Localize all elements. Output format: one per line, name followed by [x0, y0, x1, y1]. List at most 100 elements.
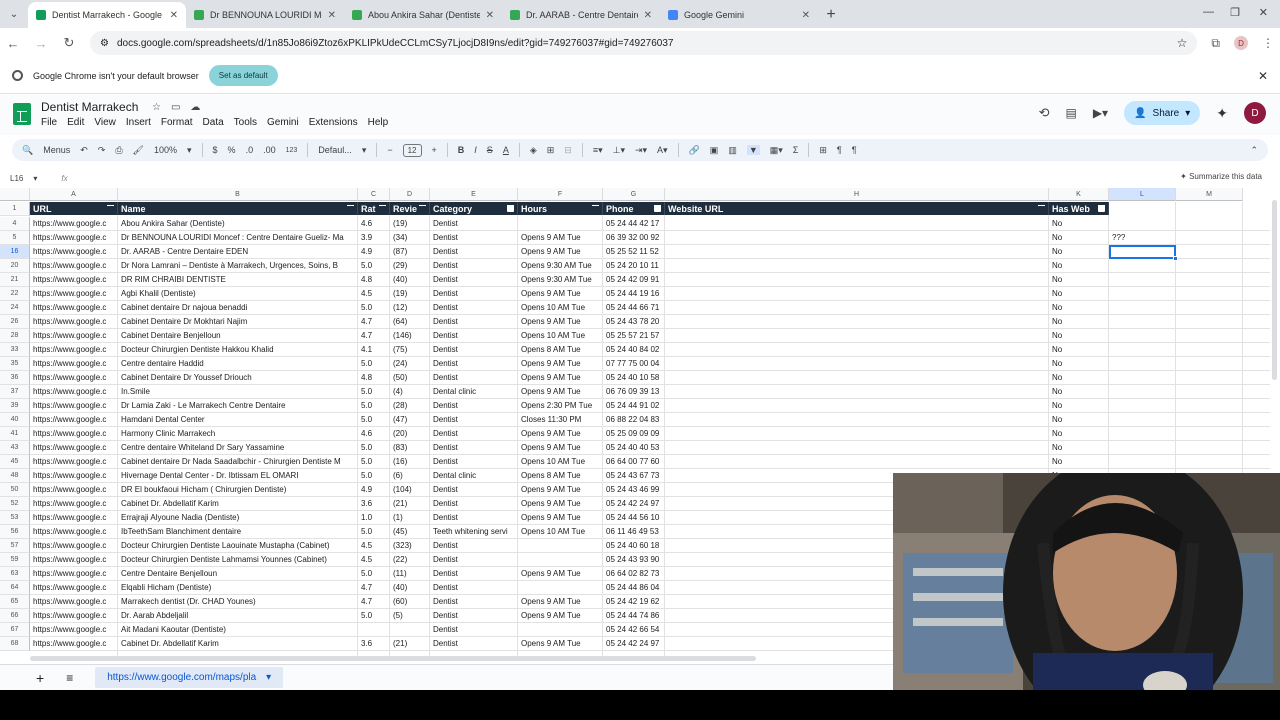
table-cell[interactable]: 4.8: [358, 371, 390, 384]
table-cell[interactable]: (28): [390, 399, 430, 412]
header-cell[interactable]: Revie: [390, 202, 430, 215]
functions-icon[interactable]: Σ: [793, 145, 799, 155]
table-cell[interactable]: [358, 623, 390, 636]
table-cell[interactable]: No: [1049, 357, 1109, 370]
table-cell[interactable]: https://www.google.c: [30, 455, 118, 468]
table-cell[interactable]: (24): [390, 357, 430, 370]
browser-tab[interactable]: Dr. AARAB - Centre Dentaire EI ✕: [502, 2, 660, 28]
table-cell[interactable]: 4.7: [358, 581, 390, 594]
menu-item[interactable]: Format: [161, 117, 193, 128]
row-header[interactable]: 5: [0, 231, 30, 245]
table-cell[interactable]: Centre dentaire Haddid: [118, 357, 358, 370]
select-all-corner[interactable]: [0, 188, 30, 201]
move-folder-icon[interactable]: ▭: [171, 102, 180, 113]
table-cell[interactable]: Dentist: [430, 567, 518, 580]
table-cell[interactable]: Dentist: [430, 483, 518, 496]
row-header[interactable]: 53: [0, 511, 30, 525]
table-cell[interactable]: https://www.google.c: [30, 231, 118, 244]
table-cell[interactable]: 4.5: [358, 539, 390, 552]
table-cell[interactable]: Opens 9 AM Tue: [518, 567, 603, 580]
table-cell[interactable]: No: [1049, 385, 1109, 398]
table-cell[interactable]: 4.5: [358, 287, 390, 300]
column-header[interactable]: L: [1109, 188, 1176, 201]
table-cell[interactable]: (60): [390, 595, 430, 608]
table-cell[interactable]: https://www.google.c: [30, 245, 118, 258]
table-cell[interactable]: 05 24 42 24 97: [603, 497, 665, 510]
row-header[interactable]: 21: [0, 273, 30, 287]
table-cell[interactable]: ???: [1109, 231, 1176, 244]
table-cell[interactable]: Opens 9:30 AM Tue: [518, 259, 603, 272]
table-cell[interactable]: No: [1049, 287, 1109, 300]
table-cell[interactable]: Dentist: [430, 595, 518, 608]
row-header[interactable]: 28: [0, 329, 30, 343]
menu-item[interactable]: Insert: [126, 117, 151, 128]
table-cell[interactable]: 05 24 42 09 91: [603, 273, 665, 286]
table-cell[interactable]: Opens 9 AM Tue: [518, 637, 603, 650]
table-cell[interactable]: [518, 217, 603, 230]
table-cell[interactable]: Dentist: [430, 399, 518, 412]
filter-toggle-icon[interactable]: [379, 205, 386, 212]
column-header[interactable]: A: [30, 188, 118, 201]
text-wrap-icon[interactable]: ⇥▾: [635, 145, 647, 156]
table-cell[interactable]: (21): [390, 497, 430, 510]
forward-icon[interactable]: →: [34, 36, 48, 51]
table-cell[interactable]: 5.0: [358, 413, 390, 426]
table-cell[interactable]: [1109, 343, 1176, 356]
column-header[interactable]: H: [665, 188, 1049, 201]
table-cell[interactable]: (12): [390, 301, 430, 314]
row-header[interactable]: 67: [0, 623, 30, 637]
table-cell[interactable]: Cabinet Dr. Abdellatif Karim: [118, 497, 358, 510]
table-cell[interactable]: No: [1049, 455, 1109, 468]
summarize-data-button[interactable]: ✦ Summarize this data: [1180, 172, 1262, 181]
table-cell[interactable]: [1109, 329, 1176, 342]
table-cell[interactable]: Dentist: [430, 259, 518, 272]
table-cell[interactable]: 06 11 46 49 53: [603, 525, 665, 538]
table-cell[interactable]: 3.6: [358, 497, 390, 510]
column-header[interactable]: B: [118, 188, 358, 201]
table-cell[interactable]: [518, 539, 603, 552]
table-cell[interactable]: Opens 9 AM Tue: [518, 441, 603, 454]
table-cell[interactable]: Abou Ankira Sahar (Dentiste): [118, 217, 358, 230]
site-info-icon[interactable]: ⚙: [100, 38, 109, 49]
table-cell[interactable]: https://www.google.c: [30, 567, 118, 580]
tab-close-icon[interactable]: ✕: [802, 10, 810, 21]
table-cell[interactable]: (5): [390, 609, 430, 622]
table-cell[interactable]: Opens 10 AM Tue: [518, 329, 603, 342]
table-cell[interactable]: 4.9: [358, 245, 390, 258]
table-cell[interactable]: Opens 10 AM Tue: [518, 455, 603, 468]
row-header[interactable]: 57: [0, 539, 30, 553]
comments-icon[interactable]: ▤: [1065, 106, 1076, 120]
table-cell[interactable]: Dental clinic: [430, 469, 518, 482]
table-cell[interactable]: 05 24 43 93 90: [603, 553, 665, 566]
table-cell[interactable]: Errajraji Alyoune Nadia (Dentiste): [118, 511, 358, 524]
table-cell[interactable]: Teeth whitening servi: [430, 525, 518, 538]
menu-item[interactable]: Data: [203, 117, 224, 128]
zoom-dropdown-icon[interactable]: ▾: [187, 145, 192, 156]
table-cell[interactable]: Cabinet Dr. Abdellatif Karim: [118, 637, 358, 650]
table-cell[interactable]: Opens 2:30 PM Tue: [518, 399, 603, 412]
table-cell[interactable]: Hamdani Dental Center: [118, 413, 358, 426]
table-cell[interactable]: (11): [390, 567, 430, 580]
table-cell[interactable]: [1109, 399, 1176, 412]
table-cell[interactable]: (16): [390, 455, 430, 468]
menu-item[interactable]: Edit: [67, 117, 84, 128]
table-cell[interactable]: Dentist: [430, 441, 518, 454]
table-cell[interactable]: No: [1049, 273, 1109, 286]
table-cell[interactable]: Harmony Clinic Marrakech: [118, 427, 358, 440]
table-cell[interactable]: No: [1049, 413, 1109, 426]
table-cell[interactable]: 05 24 40 10 58: [603, 371, 665, 384]
table-cell[interactable]: (34): [390, 231, 430, 244]
filter-toggle-icon[interactable]: [1038, 205, 1045, 212]
document-title[interactable]: Dentist Marrakech: [41, 100, 138, 114]
collapse-toolbar-icon[interactable]: ⌃: [1250, 145, 1258, 156]
table-cell[interactable]: [1109, 455, 1176, 468]
row-header[interactable]: 68: [0, 637, 30, 651]
table-cell[interactable]: Dentist: [430, 539, 518, 552]
cloud-status-icon[interactable]: ☁: [190, 102, 200, 113]
table-cell[interactable]: https://www.google.c: [30, 357, 118, 370]
table-cell[interactable]: 05 24 42 66 54: [603, 623, 665, 636]
table-cell[interactable]: https://www.google.c: [30, 483, 118, 496]
table-cell[interactable]: Cabinet Dentaire Dr Youssef Driouch: [118, 371, 358, 384]
bookmark-star-icon[interactable]: ☆: [1177, 36, 1188, 50]
table-cell[interactable]: Opens 8 AM Tue: [518, 469, 603, 482]
